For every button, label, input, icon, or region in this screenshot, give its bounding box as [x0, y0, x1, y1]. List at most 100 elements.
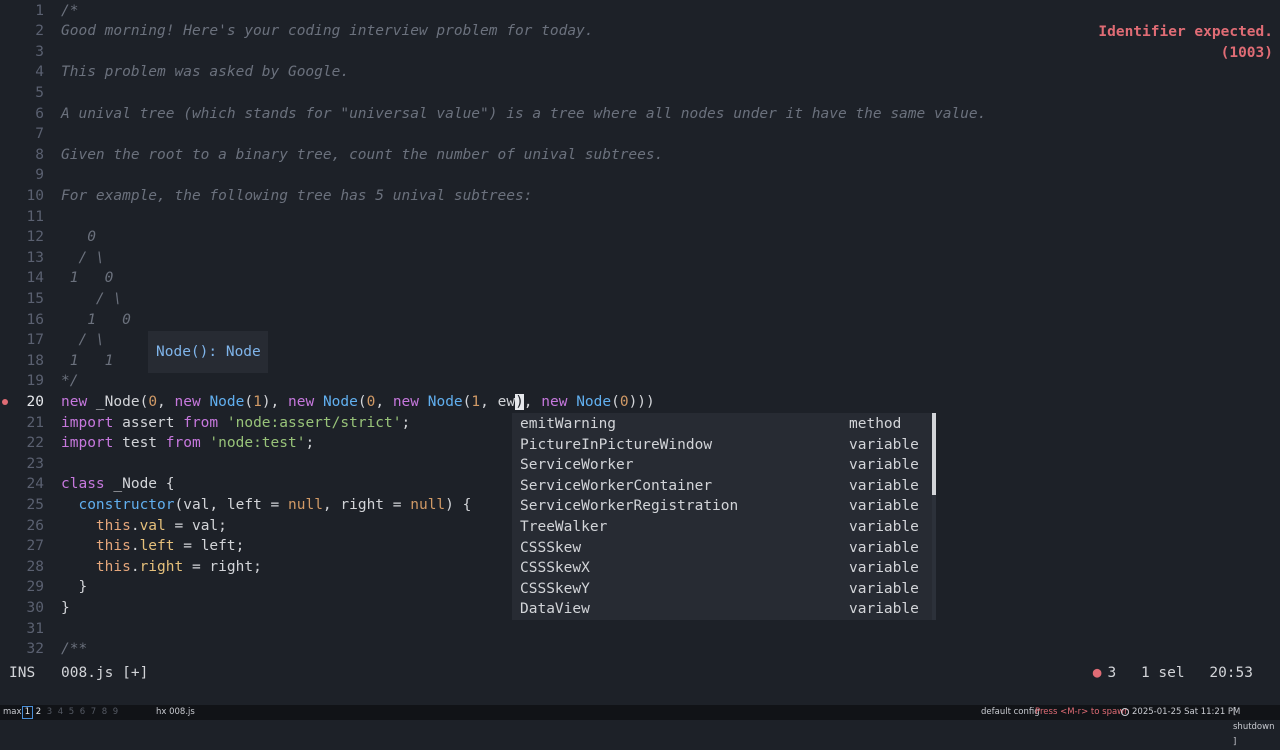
code-line[interactable]: / \	[61, 289, 122, 310]
line-number: 3	[35, 43, 44, 60]
completion-item[interactable]: emitWarning method	[520, 414, 920, 435]
code-token: 1 1	[61, 352, 114, 369]
code-token: import	[61, 414, 123, 431]
workspace-5[interactable]: 5	[66, 705, 77, 720]
code-token: .	[130, 558, 140, 575]
line-number: 4	[35, 64, 44, 81]
line-number: 22	[26, 435, 44, 452]
completion-item[interactable]: CSSSkewX variable	[520, 558, 920, 579]
completion-item[interactable]: ServiceWorkerRegistration variable	[520, 496, 920, 517]
line-number: 15	[26, 290, 44, 307]
code-token: / \	[61, 249, 105, 266]
mode-indicator: INS	[9, 665, 36, 681]
code-token: ew	[497, 393, 516, 410]
code-token: new	[392, 393, 428, 410]
code-line[interactable]: class _Node {	[61, 474, 175, 495]
code-line[interactable]: / \	[61, 248, 105, 269]
code-line[interactable]: }	[61, 598, 70, 619]
code-line[interactable]: 1 0	[61, 268, 114, 289]
code-line[interactable]: 0	[61, 227, 96, 248]
code-token: ,	[523, 393, 542, 410]
completion-menu[interactable]: emitWarning method PictureInPictureWindow v…	[512, 413, 936, 620]
code-token: 1	[253, 393, 262, 410]
code-token: val	[139, 517, 166, 534]
code-token: 1	[471, 393, 481, 410]
code-line[interactable]: Given the root to a binary tree, count t…	[61, 145, 663, 166]
shutdown-button[interactable]: [ shutdown ]	[1233, 705, 1280, 750]
code-line[interactable]: A unival tree (which stands for "univers…	[61, 104, 986, 125]
workspace-6[interactable]: 6	[77, 705, 88, 720]
workspace-9[interactable]: 9	[110, 705, 121, 720]
line-number: 5	[35, 84, 44, 101]
code-line[interactable]: this.val = val;	[61, 516, 227, 537]
line-number: 9	[35, 167, 44, 184]
code-token: new	[174, 393, 210, 410]
completion-label: CSSSkewY	[520, 580, 590, 597]
code-line[interactable]: import assert from 'node:assert/strict';	[61, 413, 410, 434]
code-line[interactable]: import test from 'node:test';	[61, 433, 314, 454]
completion-item[interactable]: CSSSkewY variable	[520, 579, 920, 600]
code-line[interactable]: Good morning! Here's your coding intervi…	[61, 21, 594, 42]
diagnostic-text: Identifier expected.	[1098, 24, 1273, 40]
completion-item[interactable]: TreeWalker variable	[520, 517, 920, 538]
text-cursor: )	[515, 393, 524, 410]
code-token: (	[244, 393, 254, 410]
completion-kind: variable	[849, 436, 919, 453]
line-number: 11	[26, 208, 44, 225]
code-token: new	[61, 393, 96, 410]
completion-item[interactable]: CSSSkew variable	[520, 538, 920, 559]
code-line[interactable]: new _Node(0, new Node(1), new Node(0, ne…	[61, 392, 655, 413]
workspace-8[interactable]: 8	[99, 705, 110, 720]
code-token: ;	[305, 435, 315, 452]
code-token: (	[611, 393, 620, 410]
code-token: new	[541, 393, 577, 410]
line-number: 10	[26, 187, 44, 204]
code-line[interactable]: /**	[61, 639, 87, 660]
line-number: 29	[26, 579, 44, 596]
code-token: Good morning! Here's your coding intervi…	[61, 23, 594, 40]
code-line[interactable]: this.right = right;	[61, 557, 262, 578]
selection-count: 1 sel	[1140, 665, 1185, 681]
code-token: from	[183, 414, 227, 431]
completion-item[interactable]: DataView variable	[520, 599, 920, 620]
completion-label: TreeWalker	[520, 519, 608, 535]
completion-kind: variable	[849, 560, 919, 577]
code-token: / \	[61, 332, 105, 349]
code-token: ,	[480, 393, 498, 410]
code-line[interactable]: }	[61, 577, 87, 598]
code-line[interactable]: constructor(val, left = null, right = nu…	[61, 495, 471, 516]
completion-item[interactable]: PictureInPictureWindow variable	[520, 435, 920, 456]
code-line[interactable]: This problem was asked by Google.	[61, 62, 349, 83]
code-line[interactable]: 1 0	[61, 310, 131, 331]
spawn-hint: Press <M-r> to spawn	[1035, 707, 1130, 717]
completion-label: ServiceWorkerContainer	[520, 477, 713, 494]
workspace-2[interactable]: 2	[33, 705, 44, 720]
code-line[interactable]: 1 1	[61, 351, 114, 372]
code-line[interactable]: this.left = left;	[61, 536, 244, 557]
code-token: Given the root to a binary tree, count t…	[61, 146, 664, 163]
completion-label: ServiceWorkerRegistration	[520, 498, 739, 515]
workspace-3[interactable]: 3	[44, 705, 55, 720]
completion-scrollbar[interactable]	[932, 413, 936, 495]
workspace-4[interactable]: 4	[55, 705, 66, 720]
code-token: ,	[375, 393, 393, 410]
completion-item[interactable]: ServiceWorkerContainer variable	[520, 476, 920, 497]
code-token: /**	[61, 641, 88, 658]
completion-kind: variable	[849, 601, 919, 618]
workspace-1[interactable]: 1	[22, 706, 33, 719]
workspace-7[interactable]: 7	[88, 705, 99, 720]
window-title[interactable]: hx 008.js	[156, 705, 195, 720]
layout-indicator[interactable]: max	[3, 705, 22, 720]
code-line[interactable]: */	[61, 371, 78, 392]
code-token: /*	[61, 2, 79, 19]
line-number: 23	[26, 455, 44, 472]
code-token: .	[130, 538, 140, 555]
code-line[interactable]: For example, the following tree has 5 un…	[61, 186, 532, 207]
code-token: A unival tree (which stands for "univers…	[61, 105, 987, 122]
code-line[interactable]: /*	[61, 1, 78, 22]
workspace-list: 123456789	[22, 705, 121, 720]
completion-item[interactable]: ServiceWorker variable	[520, 455, 920, 476]
code-token: ) {	[445, 496, 472, 513]
code-line[interactable]: / \	[61, 330, 105, 351]
